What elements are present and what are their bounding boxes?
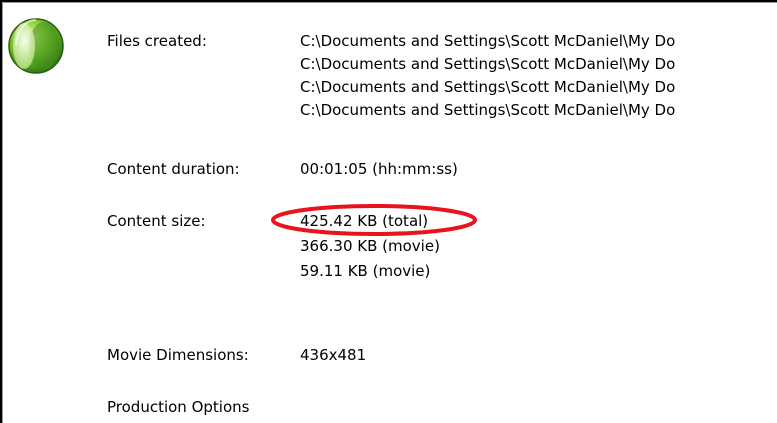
movie-dimensions-label: Movie Dimensions: (107, 346, 249, 364)
file-path-2: C:\Documents and Settings\Scott McDaniel… (300, 55, 676, 73)
highlight-ellipse (271, 204, 477, 236)
production-results-panel: Files created: C:\Documents and Settings… (0, 0, 777, 423)
content-duration-value: 00:01:05 (hh:mm:ss) (300, 160, 458, 178)
camtasia-logo-icon (8, 18, 64, 74)
file-path-1: C:\Documents and Settings\Scott McDaniel… (300, 32, 676, 50)
content-size-label: Content size: (107, 212, 206, 230)
panel-border-top-inner (2, 2, 777, 3)
content-size-movie-1: 366.30 KB (movie) (300, 237, 440, 255)
file-path-4: C:\Documents and Settings\Scott McDaniel… (300, 101, 676, 119)
movie-dimensions-value: 436x481 (300, 346, 367, 364)
content-size-movie-2: 59.11 KB (movie) (300, 262, 431, 280)
files-created-label: Files created: (107, 32, 207, 50)
production-options-heading: Production Options (107, 398, 250, 416)
content-duration-label: Content duration: (107, 160, 240, 178)
file-path-3: C:\Documents and Settings\Scott McDaniel… (300, 78, 676, 96)
